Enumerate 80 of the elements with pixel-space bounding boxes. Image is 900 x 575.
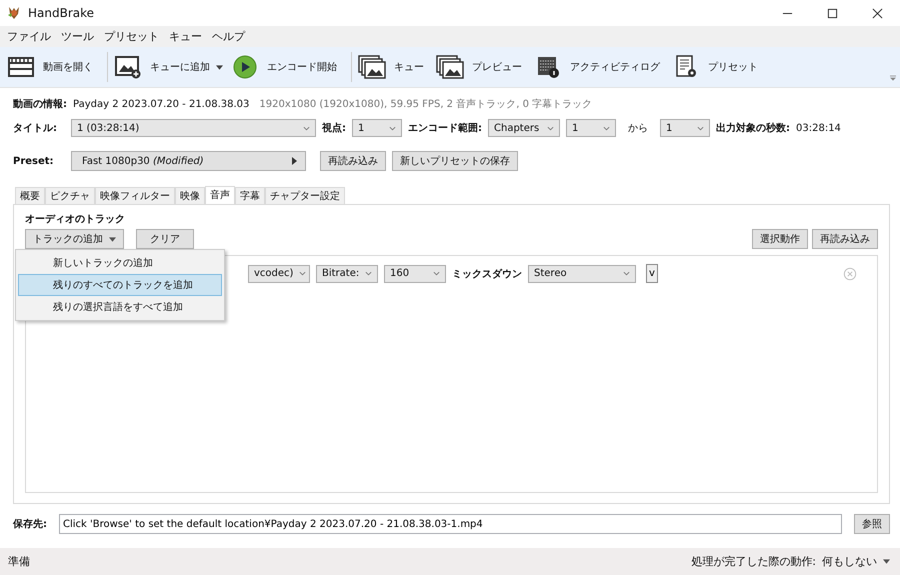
codec-dropdown[interactable]: vcodec) bbox=[248, 264, 310, 282]
preset-button[interactable]: 再読み込み bbox=[320, 151, 386, 171]
destination-field[interactable]: Click 'Browse' to set the default location¥Payday 2 2023.07.20 - 21.08.38.03-1.mp4 bbox=[59, 514, 842, 534]
play-icon[interactable] bbox=[231, 55, 259, 79]
mixdown-dropdown[interactable]: Stereo bbox=[528, 264, 636, 282]
window-title: HandBrake bbox=[28, 6, 94, 20]
add-image-icon[interactable] bbox=[114, 55, 142, 79]
menu-option[interactable]: 残りのすべてのトラックを追加 bbox=[18, 274, 222, 296]
angle-label: 視点: bbox=[322, 122, 346, 135]
menu-item[interactable]: ヘルプ bbox=[207, 29, 250, 44]
toolbar-button[interactable]: キュー bbox=[394, 60, 424, 74]
tab[interactable]: 映像フィルター bbox=[95, 187, 175, 204]
tab[interactable]: 字幕 bbox=[235, 187, 265, 204]
preset-label: Preset: bbox=[13, 156, 55, 166]
images-icon[interactable] bbox=[358, 55, 386, 79]
add-track-button[interactable]: トラックの追加 bbox=[25, 229, 124, 249]
status-text: 準備 bbox=[8, 554, 30, 569]
toolbar-button[interactable]: キューに追加 bbox=[150, 60, 210, 74]
source-label: 動画の情報: bbox=[13, 98, 67, 111]
range-to-label: から bbox=[627, 122, 649, 135]
preset-button[interactable]: 新しいプリセットの保存 bbox=[392, 151, 518, 171]
triangle-icon bbox=[292, 157, 297, 165]
chevron-icon bbox=[547, 126, 554, 130]
tab[interactable]: 映像 bbox=[175, 187, 205, 204]
chevron-icon bbox=[603, 126, 610, 130]
maximize-icon[interactable] bbox=[827, 8, 838, 18]
caret-icon[interactable] bbox=[216, 64, 223, 70]
menu-item[interactable]: ファイル bbox=[2, 29, 56, 44]
tab[interactable]: 音声 bbox=[205, 186, 235, 205]
chevron-icon bbox=[433, 271, 440, 276]
destination-label: 保存先: bbox=[13, 518, 48, 531]
caret-icon bbox=[109, 236, 116, 242]
clear-button[interactable]: クリア bbox=[136, 229, 194, 249]
duration-value: 03:28:14 bbox=[796, 122, 841, 134]
tab[interactable]: ピクチャ bbox=[45, 187, 95, 204]
preset-selector[interactable]: Fast 1080p30 (Modified) bbox=[71, 151, 306, 171]
menu-item[interactable]: ツール bbox=[56, 29, 99, 44]
browse-button[interactable]: 参照 bbox=[854, 514, 890, 534]
source-details: 1920x1080 (1920x1080), 59.95 FPS, 2 音声トラック, 0 字幕トラック bbox=[259, 98, 592, 111]
app-logo-icon bbox=[6, 5, 22, 21]
chevron-icon bbox=[303, 126, 310, 130]
duration-label: 出力対象の秒数: bbox=[716, 121, 790, 135]
range-mode-dropdown[interactable]: Chapters bbox=[488, 119, 560, 137]
angle-dropdown[interactable]: 1 bbox=[352, 119, 402, 137]
chevron-icon bbox=[389, 126, 396, 130]
range-label: エンコード範囲: bbox=[408, 122, 482, 135]
title-label: タイトル: bbox=[13, 122, 58, 135]
when-done-label: 処理が完了した際の動作: bbox=[691, 554, 816, 569]
audio-button[interactable]: 再読み込み bbox=[812, 229, 878, 249]
toolbar-button[interactable]: 動画を開く bbox=[43, 60, 93, 74]
chevron-icon bbox=[623, 271, 630, 276]
audio-button[interactable]: 選択動作 bbox=[752, 229, 808, 249]
mixdown-label: ミックスダウン bbox=[452, 268, 522, 280]
toolbar-button[interactable]: エンコード開始 bbox=[267, 60, 337, 74]
clapperboard-icon[interactable] bbox=[7, 55, 35, 79]
overflow-icon[interactable] bbox=[890, 75, 896, 81]
toolbar-button[interactable]: アクティビティログ bbox=[570, 60, 660, 74]
chevron-icon bbox=[697, 126, 704, 130]
menu-item[interactable]: キュー bbox=[164, 29, 207, 44]
title-dropdown[interactable]: 1 (03:28:14) bbox=[71, 119, 316, 137]
more-button[interactable]: v bbox=[646, 264, 658, 283]
when-done-dropdown[interactable]: 何もしない bbox=[822, 554, 890, 569]
menu-option[interactable]: 残りの選択言語をすべて追加 bbox=[18, 296, 222, 318]
menu-option[interactable]: 新しいトラックの追加 bbox=[18, 252, 222, 274]
section-heading: オーディオのトラック bbox=[25, 213, 126, 226]
tab[interactable]: 概要 bbox=[15, 187, 45, 204]
source-name: Payday 2 2023.07.20 - 21.08.38.03 bbox=[73, 98, 250, 110]
caret-icon bbox=[883, 559, 890, 564]
menu-item[interactable]: プリセット bbox=[99, 29, 164, 44]
toolbar-button[interactable]: プレビュー bbox=[472, 60, 522, 74]
chevron-icon bbox=[365, 271, 372, 276]
range-end-dropdown[interactable]: 1 bbox=[660, 119, 710, 137]
close-icon[interactable] bbox=[872, 8, 883, 18]
range-start-dropdown[interactable]: 1 bbox=[566, 119, 616, 137]
toolbar-button[interactable]: プリセット bbox=[708, 60, 758, 74]
tab[interactable]: チャプター設定 bbox=[265, 187, 345, 204]
images-icon[interactable] bbox=[436, 55, 464, 79]
chevron-icon bbox=[299, 271, 306, 276]
quality-mode-dropdown[interactable]: Bitrate: bbox=[316, 264, 378, 282]
bitrate-value-dropdown[interactable]: 160 bbox=[384, 264, 446, 282]
